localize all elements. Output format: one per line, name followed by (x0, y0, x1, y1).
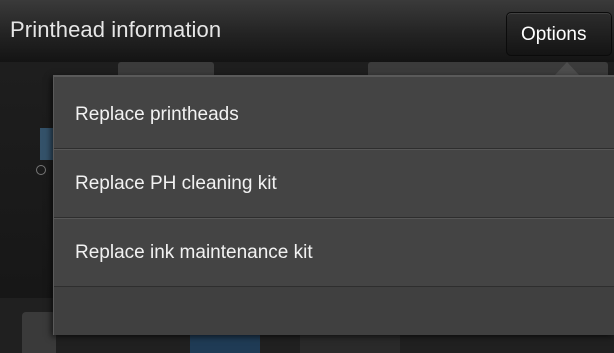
background-bottom-tab (22, 312, 56, 353)
options-button[interactable]: Options (506, 12, 612, 56)
menu-item-replace-printheads[interactable]: Replace printheads (54, 80, 614, 149)
menu-pointer-caret (555, 62, 579, 75)
menu-item-label: Replace ink maintenance kit (75, 242, 313, 263)
background-printhead-graphic (40, 128, 54, 160)
menu-item-label: Replace printheads (75, 104, 239, 125)
printer-screen: Printhead information Options Replace pr… (0, 0, 614, 353)
menu-item-replace-ph-cleaning-kit[interactable]: Replace PH cleaning kit (54, 149, 614, 218)
options-dropdown-menu: Replace printheads Replace PH cleaning k… (53, 75, 614, 335)
menu-item-replace-ink-maintenance-kit[interactable]: Replace ink maintenance kit (54, 218, 614, 287)
background-status-indicator (36, 165, 46, 175)
menu-empty-row (54, 287, 614, 335)
options-button-label: Options (521, 24, 587, 45)
page-title: Printhead information (10, 17, 222, 42)
background-tab-printheads (118, 62, 214, 76)
title-bar: Printhead information Options (0, 0, 614, 62)
menu-item-label: Replace PH cleaning kit (75, 173, 277, 194)
